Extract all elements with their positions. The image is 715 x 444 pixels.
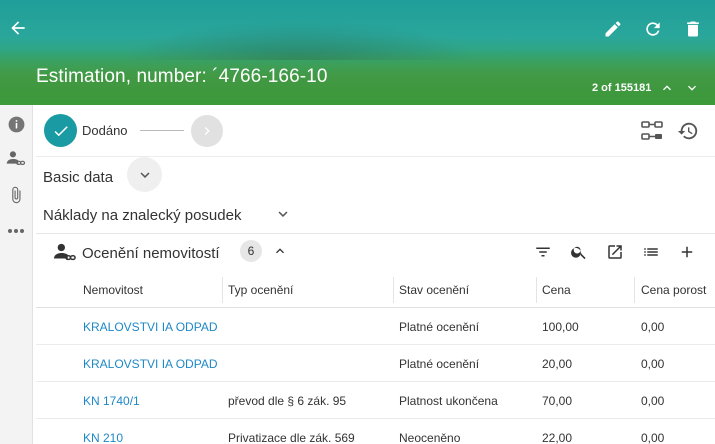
delete-button[interactable] — [682, 18, 704, 40]
cell-cena: 100,00 — [542, 320, 579, 334]
refresh-button[interactable] — [642, 18, 664, 40]
cell-stav: Platné ocenění — [399, 320, 480, 334]
property-valuation-icon — [53, 242, 77, 264]
chevron-down-icon — [688, 85, 696, 91]
workflow-connector — [140, 130, 184, 131]
property-valuation-title: Ocenění nemovitostí — [82, 245, 220, 262]
list-view-button[interactable] — [640, 241, 662, 263]
cell-cena-porost: 0,00 — [641, 320, 665, 334]
chevron-up-icon — [276, 248, 284, 254]
info-icon — [8, 116, 24, 132]
more-icon — [8, 229, 24, 233]
check-icon — [54, 125, 68, 136]
rail-more-button[interactable] — [6, 221, 26, 241]
open-in-new-icon — [608, 245, 622, 259]
cell-cena-porost: 0,00 — [641, 394, 665, 408]
cell-nemovitost-link[interactable]: KRALOVSTVI IA ODPAD ... — [83, 320, 221, 334]
person-link-icon — [6, 151, 26, 165]
property-valuation-collapse-button[interactable] — [272, 243, 288, 259]
workflow-next-step-button[interactable] — [191, 115, 223, 147]
edit-button[interactable] — [602, 18, 624, 40]
column-header-typ-oceneni[interactable]: Typ ocenění — [228, 283, 293, 297]
left-rail — [0, 105, 33, 444]
cell-cena-porost: 0,00 — [641, 431, 665, 444]
workflow-step-done[interactable] — [44, 114, 77, 147]
cell-cena: 70,00 — [542, 394, 573, 408]
workflow-icon — [641, 121, 663, 140]
section-costs-title[interactable]: Náklady na znalecký posudek — [43, 207, 241, 224]
cell-nemovitost-link[interactable]: KRALOVSTVI IA ODPAD ... — [83, 357, 221, 371]
chevron-down-icon — [140, 171, 149, 178]
property-valuation-table: Nemovitost Typ ocenění Stav ocenění Cena… — [36, 271, 715, 444]
cell-cena: 20,00 — [542, 357, 573, 371]
column-header-cena-porost[interactable]: Cena porost — [641, 283, 706, 297]
trash-icon — [687, 21, 699, 37]
rail-attachments-button[interactable] — [6, 185, 26, 205]
section-basic-data-title[interactable]: Basic data — [43, 169, 113, 186]
filter-icon — [536, 247, 550, 257]
count-badge: 6 — [240, 240, 262, 262]
table-row[interactable]: KN 1740/1 převod dle § 6 zák. 95 Platnos… — [36, 382, 715, 419]
search-button[interactable] — [568, 241, 590, 263]
refresh-icon — [646, 22, 660, 36]
next-record-button[interactable] — [684, 80, 700, 96]
column-separator[interactable] — [634, 277, 635, 303]
cell-stav: Neoceněno — [399, 431, 461, 444]
plus-icon — [681, 246, 693, 258]
record-header: Estimation, number: ´4766-166-10 2 of 15… — [0, 0, 715, 105]
paperclip-icon — [12, 186, 21, 204]
workflow-step-label: Dodáno — [82, 123, 128, 138]
column-separator[interactable] — [393, 277, 394, 303]
back-button[interactable] — [6, 16, 30, 40]
cell-nemovitost-link[interactable]: KN 1740/1 — [83, 394, 221, 408]
cell-cena-porost: 0,00 — [641, 357, 665, 371]
costs-expand-button[interactable] — [274, 205, 292, 223]
rail-related-persons-button[interactable] — [6, 149, 26, 169]
arrow-left-icon — [11, 21, 25, 35]
column-separator[interactable] — [222, 277, 223, 303]
cell-stav: Platnost ukončena — [399, 394, 498, 408]
record-pager-text: 2 of 155181 — [592, 82, 652, 94]
table-row[interactable]: KRALOVSTVI IA ODPAD ... Platné ocenění 1… — [36, 308, 715, 345]
list-icon — [644, 248, 658, 256]
column-header-stav-oceneni[interactable]: Stav ocenění — [399, 283, 469, 297]
rail-info-button[interactable] — [6, 114, 26, 134]
section-divider — [36, 233, 715, 234]
column-separator[interactable] — [536, 277, 537, 303]
search-icon — [571, 246, 586, 260]
table-row[interactable]: KRALOVSTVI IA ODPAD ... Platné ocenění 2… — [36, 345, 715, 382]
basic-data-expand-button[interactable] — [127, 157, 162, 192]
open-external-button[interactable] — [604, 241, 626, 263]
history-icon — [677, 122, 698, 140]
column-header-cena[interactable]: Cena — [542, 283, 571, 297]
table-row[interactable]: KN 210 Privatizace dle zák. 569 Neoceněn… — [36, 419, 715, 444]
add-button[interactable] — [676, 241, 698, 263]
cell-typ: Privatizace dle zák. 569 — [228, 431, 355, 444]
page-title: Estimation, number: ´4766-166-10 — [36, 66, 328, 87]
chevron-right-icon — [204, 127, 210, 135]
cell-stav: Platné ocenění — [399, 357, 480, 371]
cell-nemovitost-link[interactable]: KN 210 — [83, 431, 221, 444]
cell-typ: převod dle § 6 zák. 95 — [228, 394, 347, 408]
history-button[interactable] — [677, 120, 699, 142]
previous-record-button[interactable] — [659, 80, 675, 96]
workflow-settings-button[interactable] — [640, 120, 664, 142]
workflow-bar: Dodáno — [36, 105, 715, 157]
chevron-down-icon — [278, 211, 288, 217]
table-header: Nemovitost Typ ocenění Stav ocenění Cena… — [36, 271, 715, 308]
cell-cena: 22,00 — [542, 431, 573, 444]
column-header-nemovitost[interactable]: Nemovitost — [83, 283, 143, 297]
pencil-icon — [605, 21, 621, 37]
chevron-up-icon — [663, 85, 671, 91]
filter-button[interactable] — [532, 241, 554, 263]
